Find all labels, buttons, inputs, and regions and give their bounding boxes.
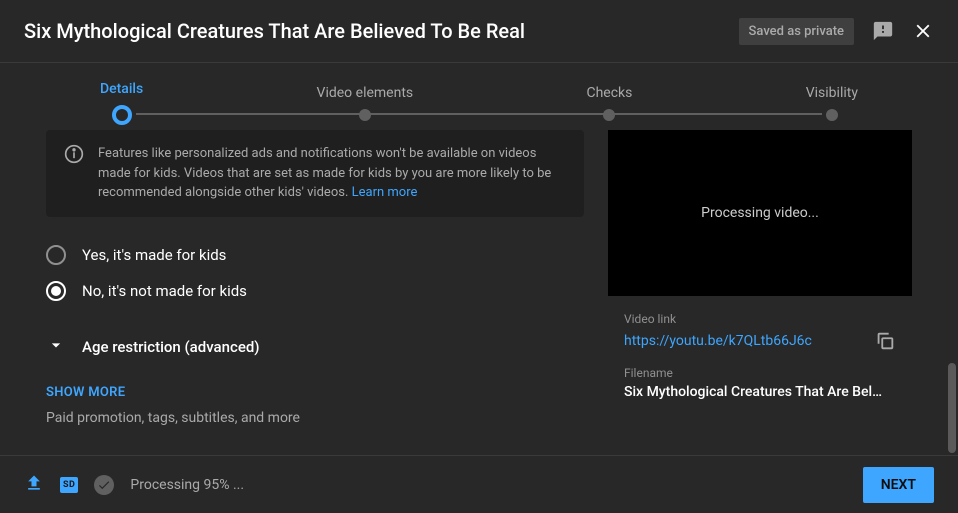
made-for-kids-radios: Yes, it's made for kids No, it's not mad… [46,237,584,309]
video-preview: Processing video... [608,130,912,296]
radio-icon [46,245,66,265]
radio-yes-kids[interactable]: Yes, it's made for kids [46,237,584,273]
show-more-button[interactable]: SHOW MORE [46,385,584,400]
step-video-elements[interactable]: Video elements [317,63,414,130]
info-text-content: Features like personalized ads and notif… [98,146,551,200]
dialog-footer: SD Processing 95% ... NEXT [0,455,958,513]
scrollbar-thumb[interactable] [948,363,956,453]
link-label: Video link [624,312,896,326]
right-column: Processing video... Video link https://y… [608,130,912,455]
processing-status: Processing video... [701,205,819,221]
step-label: Visibility [806,85,858,101]
learn-more-link[interactable]: Learn more [352,185,418,200]
step-details[interactable]: Details [100,63,143,130]
info-text: Features like personalized ads and notif… [98,144,566,203]
step-label: Checks [586,85,632,101]
step-dot-icon [826,109,838,121]
footer-status: SD Processing 95% ... [24,473,244,497]
close-icon[interactable] [912,20,934,42]
info-icon [64,144,84,168]
chevron-down-icon [46,335,66,359]
age-restriction-expand[interactable]: Age restriction (advanced) [46,325,584,369]
scrollbar[interactable] [948,138,956,468]
radio-label: No, it's not made for kids [82,282,247,300]
dialog-header: Six Mythological Creatures That Are Beli… [0,0,958,62]
header-actions: Saved as private [739,18,934,45]
radio-no-kids[interactable]: No, it's not made for kids [46,273,584,309]
page-title: Six Mythological Creatures That Are Beli… [24,19,525,43]
left-column: Features like personalized ads and notif… [46,130,608,455]
step-dot-icon [359,109,371,121]
content-area: Features like personalized ads and notif… [0,130,958,455]
processing-text: Processing 95% ... [130,477,244,493]
filename-label: Filename [624,366,896,380]
upload-icon [24,473,44,497]
expand-label: Age restriction (advanced) [82,338,260,356]
step-label: Details [100,81,143,97]
radio-label: Yes, it's made for kids [82,246,226,264]
step-label: Video elements [317,85,414,101]
show-more-desc: Paid promotion, tags, subtitles, and mor… [46,410,584,426]
next-button[interactable]: NEXT [863,467,934,503]
hd-badge: SD [60,477,78,493]
info-box: Features like personalized ads and notif… [46,130,584,217]
copy-icon[interactable] [874,330,896,352]
step-dot-icon [112,105,132,125]
stepper: Details Video elements Checks Visibility [0,62,958,130]
video-meta: Video link https://youtu.be/k7QLtb66J6c … [608,296,912,410]
saved-badge: Saved as private [739,18,854,45]
radio-icon [46,281,66,301]
step-dot-icon [603,109,615,121]
step-checks[interactable]: Checks [586,63,632,130]
video-link[interactable]: https://youtu.be/k7QLtb66J6c [624,333,812,349]
check-circle-icon [94,475,114,495]
filename-value: Six Mythological Creatures That Are Bel… [624,384,896,400]
feedback-icon[interactable] [872,20,894,42]
step-visibility[interactable]: Visibility [806,63,858,130]
